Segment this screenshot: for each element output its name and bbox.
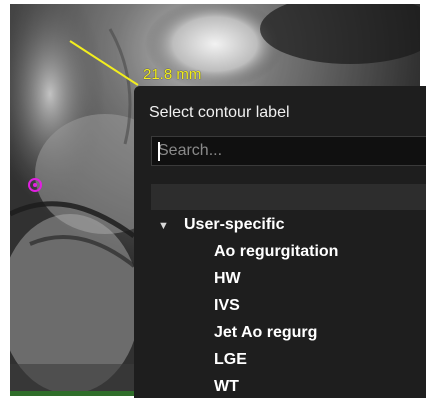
tree-group-label: User-specific (184, 216, 285, 233)
list-item-ao-regurgitation[interactable]: Ao regurgitation (214, 243, 338, 265)
search-input[interactable] (152, 137, 426, 165)
text-caret (158, 142, 160, 161)
point-marker-dot (33, 183, 37, 187)
tree-group-user-specific[interactable]: ▼ User-specific (134, 216, 426, 238)
list-item-wt[interactable]: WT (214, 378, 239, 398)
measurement-label: 21.8 mm (143, 66, 202, 83)
measurement-line[interactable] (69, 40, 139, 86)
dialog-title: Select contour label (149, 104, 290, 121)
contour-label-dialog: Select contour label ▼ User-specific Ao … (134, 86, 426, 398)
list-header (151, 184, 426, 210)
list-item-jet-ao-regurg[interactable]: Jet Ao regurg (214, 324, 317, 346)
list-item-hw[interactable]: HW (214, 270, 241, 292)
list-item-lge[interactable]: LGE (214, 351, 247, 373)
expand-arrow-icon[interactable]: ▼ (158, 220, 169, 232)
search-box[interactable] (151, 136, 426, 166)
image-viewer[interactable]: 21.8 mm Select contour label ▼ User-spec… (0, 0, 426, 398)
list-item-ivs[interactable]: IVS (214, 297, 240, 319)
